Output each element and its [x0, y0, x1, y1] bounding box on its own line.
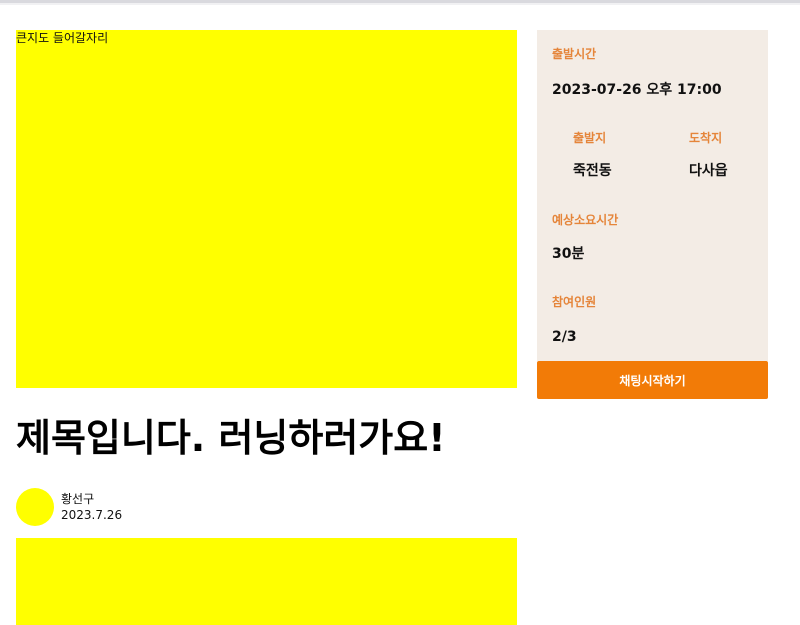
- participants-label: 참여인원: [552, 295, 597, 309]
- author-name: 황선구: [61, 491, 95, 506]
- avatar[interactable]: [16, 488, 54, 526]
- participants-value: 2/3: [552, 329, 577, 345]
- content-image-placeholder: [16, 538, 517, 625]
- duration-label: 예상소요시간: [552, 213, 619, 227]
- start-chat-button[interactable]: 채팅시작하기: [537, 361, 768, 399]
- map-placeholder-area[interactable]: 큰지도 들어갈자리: [16, 30, 517, 388]
- destination-value: 다사읍: [689, 163, 728, 179]
- post-title: 제목입니다. 러닝하러가요!: [16, 416, 446, 460]
- origin-value: 죽전동: [573, 163, 612, 179]
- author-meta: 황선구 2023.7.26: [61, 492, 122, 523]
- departure-time-label: 출발시간: [552, 47, 597, 61]
- duration-value: 30분: [552, 246, 585, 262]
- post-date: 2023.7.26: [61, 507, 123, 522]
- author-info: 황선구 2023.7.26: [16, 487, 122, 527]
- top-divider-shadow: [0, 3, 800, 5]
- map-placeholder-text: 큰지도 들어갈자리: [16, 31, 109, 45]
- destination-label: 도착지: [689, 131, 723, 145]
- run-details-panel: 출발시간 2023-07-26 오후 17:00 출발지 죽전동 도착지 다사읍…: [537, 30, 768, 361]
- origin-label: 출발지: [573, 131, 607, 145]
- departure-time-value: 2023-07-26 오후 17:00: [552, 82, 722, 98]
